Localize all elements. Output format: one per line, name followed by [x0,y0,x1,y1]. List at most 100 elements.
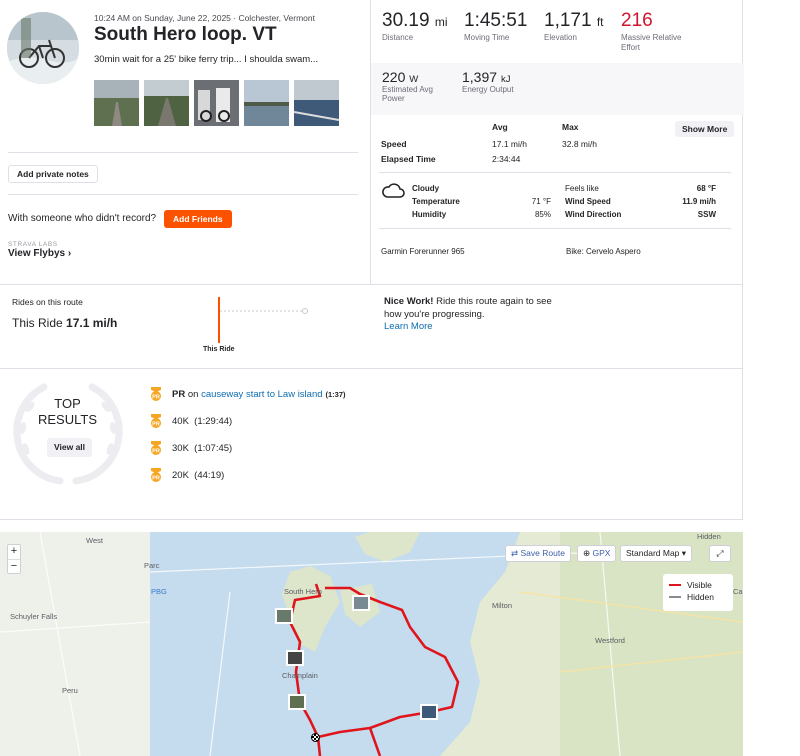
moving-time-label: Moving Time [464,33,510,42]
divider [0,368,743,369]
top-result-item[interactable]: PR 40K (1:29:44) [148,413,232,429]
pr-time: (1:37) [325,389,346,399]
wind-direction-value: SSW [697,210,716,219]
humidity-value: 85% [534,210,551,219]
route-icon: ⇄ [511,548,519,558]
map-label: Parc [144,561,160,570]
distance-label: Distance [382,33,414,42]
power-label-line1: Estimated Avg [382,85,433,94]
zoom-control: + − [7,544,21,574]
photo-thumbnail[interactable] [294,80,339,126]
photo-thumbnail[interactable] [244,80,289,126]
svg-text:PR: PR [152,476,160,482]
wind-direction-label: Wind Direction [565,210,622,219]
pr-on-text: on [185,388,202,400]
finish-flag-icon [311,733,320,742]
elapsed-label: Elapsed Time [381,154,436,164]
effort-label-line2: Effort [621,43,640,52]
legend-hidden[interactable]: Hidden [669,591,727,603]
wind-speed-value: 11.9 mi/h [682,197,716,206]
view-all-button[interactable]: View all [47,438,93,457]
pr-medal-icon: PR [148,413,164,429]
divider [379,172,731,173]
photo-pin[interactable] [288,694,306,710]
route-map[interactable]: West Parc PBG Schuyler Falls Peru South … [0,532,743,756]
energy-label: Energy Output [462,85,514,94]
divider [379,228,731,229]
map-style-dropdown[interactable]: Standard Map ▾ [620,545,693,562]
map-label: Ca [733,587,743,596]
photo-pin[interactable] [420,704,438,720]
top-results-title-line1: TOP [54,396,81,411]
zoom-out-button[interactable]: − [8,559,20,573]
pr-medal-icon: PR [148,386,164,402]
stat-moving-time: 1:45:51 Moving Time [464,10,527,42]
map-label: Peru [62,686,78,695]
cloud-icon [381,182,405,201]
elevation-unit: ft [596,15,604,29]
stat-relative-effort[interactable]: 216 Massive Relative Effort [621,10,681,52]
svg-text:PR: PR [152,449,160,455]
activity-title: South Hero loop. VT [94,24,277,45]
pr-label: PR [172,388,186,400]
stats-panel: 30.19 mi Distance 1:45:51 Moving Time 1,… [370,0,744,284]
power-unit: W [409,74,419,85]
avatar[interactable] [7,12,79,84]
this-ride-value: 17.1 mi/h [66,316,118,330]
photo-pin[interactable] [275,608,293,624]
learn-more-link[interactable]: Learn More [384,321,433,332]
bike-name[interactable]: Bike: Cervelo Aspero [566,247,641,256]
top-result-item[interactable]: PR 30K (1:07:45) [148,440,232,456]
elapsed-avg: 2:34:44 [492,154,521,164]
top-result-item[interactable]: PR 20K (44:19) [148,467,224,483]
wind-speed-label: Wind Speed [565,197,611,206]
map-label: Milton [492,601,513,610]
map-label: Schuyler Falls [10,612,58,621]
segment-link[interactable]: causeway start to Law island [201,389,322,400]
svg-text:PR: PR [152,395,160,401]
add-friends-button[interactable]: Add Friends [164,210,232,228]
fullscreen-icon[interactable]: ⤢ [709,545,731,562]
elevation-label: Elevation [544,33,577,42]
moving-time-value: 1:45:51 [464,10,528,31]
activity-description: 30min wait for a 25' bike ferry trip... … [94,54,319,65]
zoom-in-button[interactable]: + [8,545,20,559]
nice-work-message: Nice Work! Ride this route again to see … [384,296,554,334]
stat-distance: 30.19 mi Distance [382,10,448,42]
view-flybys-link[interactable]: View Flybys › [8,248,71,259]
nice-work-bold: Nice Work! [384,296,434,307]
map-label: Champlain [282,671,318,680]
photo-pin[interactable] [352,595,370,611]
divider [8,152,358,153]
legend-visible[interactable]: Visible [669,579,727,591]
map-label: West [86,536,103,545]
photo-thumbnail[interactable] [144,80,189,126]
avg-header: Avg [492,122,508,132]
max-header: Max [562,122,579,132]
rides-on-route-label: Rides on this route [12,297,83,307]
photo-strip [94,80,339,126]
speed-max: 32.8 mi/h [562,139,597,149]
gpx-button[interactable]: ⊕ GPX [577,545,617,562]
route-line [288,583,460,756]
distance-value: 30.19 [382,10,430,31]
photo-thumbnail[interactable] [194,80,239,126]
energy-unit: kJ [500,74,511,85]
chart-label: This Ride [203,346,235,353]
add-private-notes-button[interactable]: Add private notes [8,165,98,183]
stat-elevation: 1,171 ft Elevation [544,10,604,42]
speed-avg: 17.1 mi/h [492,139,527,149]
activity-meta: 10:24 AM on Sunday, June 22, 2025 · Colc… [94,13,315,23]
top-results-title: TOP RESULTS [10,396,125,428]
best-effort-text: 20K (44:19) [172,469,225,481]
temperature-value: 71 °F [531,197,551,206]
photo-pin[interactable] [286,650,304,666]
best-effort-text: 30K (1:07:45) [172,442,233,454]
save-route-button[interactable]: ⇄ Save Route [505,545,571,562]
this-ride-speed: This Ride 17.1 mi/h [12,316,117,330]
pr-medal-icon: PR [148,440,164,456]
photo-thumbnail[interactable] [94,80,139,126]
show-more-button[interactable]: Show More [675,121,735,137]
svg-text:PR: PR [152,422,160,428]
power-label-line2: Power [382,94,405,103]
